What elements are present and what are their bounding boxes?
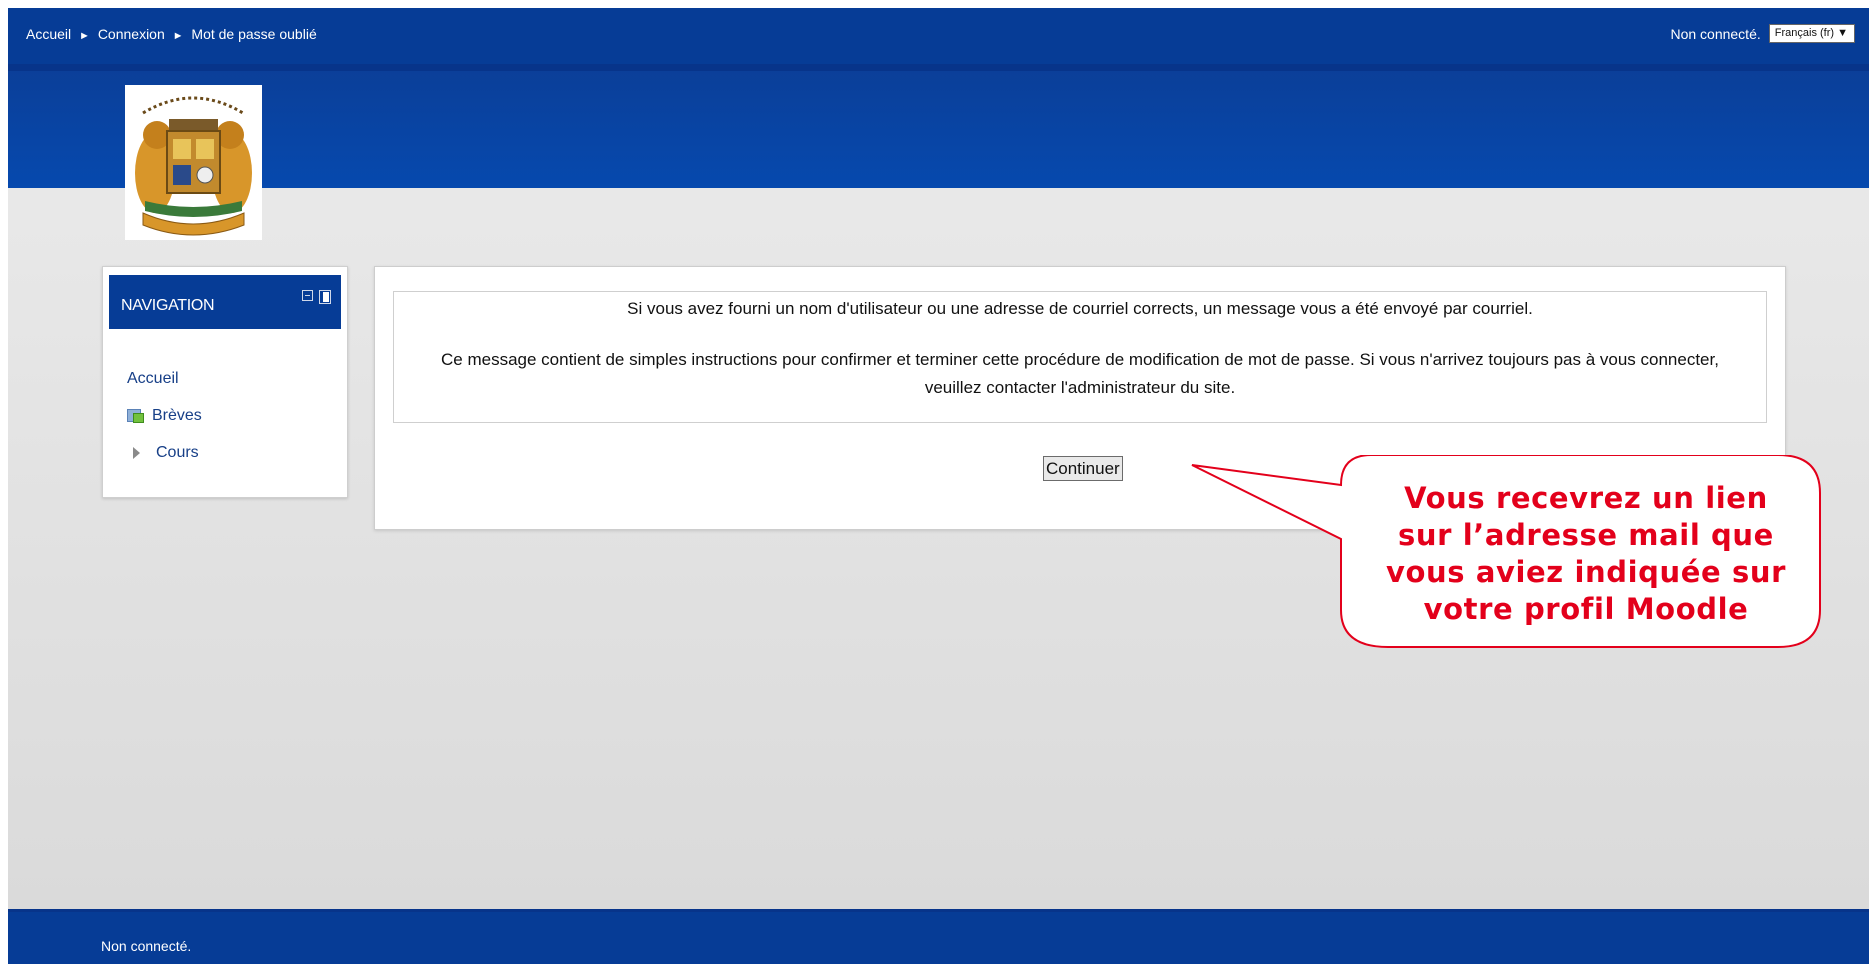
callout-line: vous aviez indiquée sur	[1385, 555, 1787, 589]
callout-message: Vous recevrez un lien sur l’adresse mail…	[1346, 480, 1826, 628]
breadcrumb-current: Mot de passe oublié	[191, 26, 317, 42]
news-icon	[127, 407, 144, 424]
navigation-header: NAVIGATION	[109, 275, 341, 329]
nav-item-label: Cours	[156, 443, 199, 461]
breadcrumb-login-link[interactable]: Connexion	[98, 26, 165, 42]
nav-item-cours[interactable]: Cours	[127, 434, 202, 471]
notice-message-sent: Si vous avez fourni un nom d'utilisateur…	[627, 299, 1533, 318]
login-status: Non connecté.	[1670, 25, 1761, 42]
site-logo[interactable]	[125, 85, 262, 240]
navigation-list: Accueil Brèves Cours	[127, 360, 202, 471]
callout-line: votre profil Moodle	[1423, 592, 1749, 626]
nav-item-label: Accueil	[127, 369, 179, 387]
dock-block-icon[interactable]	[319, 290, 331, 304]
breadcrumb-separator-icon: ►	[79, 30, 90, 42]
chevron-down-icon: ▼	[1837, 27, 1848, 39]
page-footer: Non connecté.	[8, 909, 1869, 964]
nav-item-accueil[interactable]: Accueil	[127, 360, 202, 397]
navigation-controls	[302, 290, 331, 304]
nav-item-label: Brèves	[152, 406, 202, 424]
breadcrumb-home-link[interactable]: Accueil	[26, 26, 71, 42]
navigation-block: NAVIGATION Accueil Brèves Cours	[102, 266, 348, 498]
top-right-area: Non connecté. Français (fr) ▼	[1670, 24, 1855, 43]
notice-instructions: Ce message contient de simples instructi…	[441, 350, 1719, 397]
page-frame: Accueil ► Connexion ► Mot de passe oubli…	[8, 8, 1869, 964]
nav-item-breves[interactable]: Brèves	[127, 397, 202, 434]
navigation-title: NAVIGATION	[121, 297, 215, 314]
callout-line: Vous recevrez un lien	[1404, 481, 1768, 515]
collapse-block-icon[interactable]	[302, 290, 313, 301]
confirmation-notice: Si vous avez fourni un nom d'utilisateur…	[393, 291, 1767, 423]
breadcrumb-separator-icon: ►	[172, 30, 184, 42]
footer-login-status: Non connecté.	[101, 938, 192, 954]
breadcrumb: Accueil ► Connexion ► Mot de passe oubli…	[26, 26, 317, 42]
enpo-crest-icon	[125, 85, 262, 240]
language-select-value: Français (fr)	[1774, 27, 1835, 39]
expand-arrow-icon[interactable]	[133, 446, 140, 459]
callout-line: sur l’adresse mail que	[1398, 518, 1774, 552]
continue-button[interactable]: Continuer	[1043, 456, 1123, 481]
header-band	[8, 71, 1869, 188]
top-navbar: Accueil ► Connexion ► Mot de passe oubli…	[8, 8, 1869, 71]
language-select[interactable]: Français (fr) ▼	[1768, 24, 1855, 43]
